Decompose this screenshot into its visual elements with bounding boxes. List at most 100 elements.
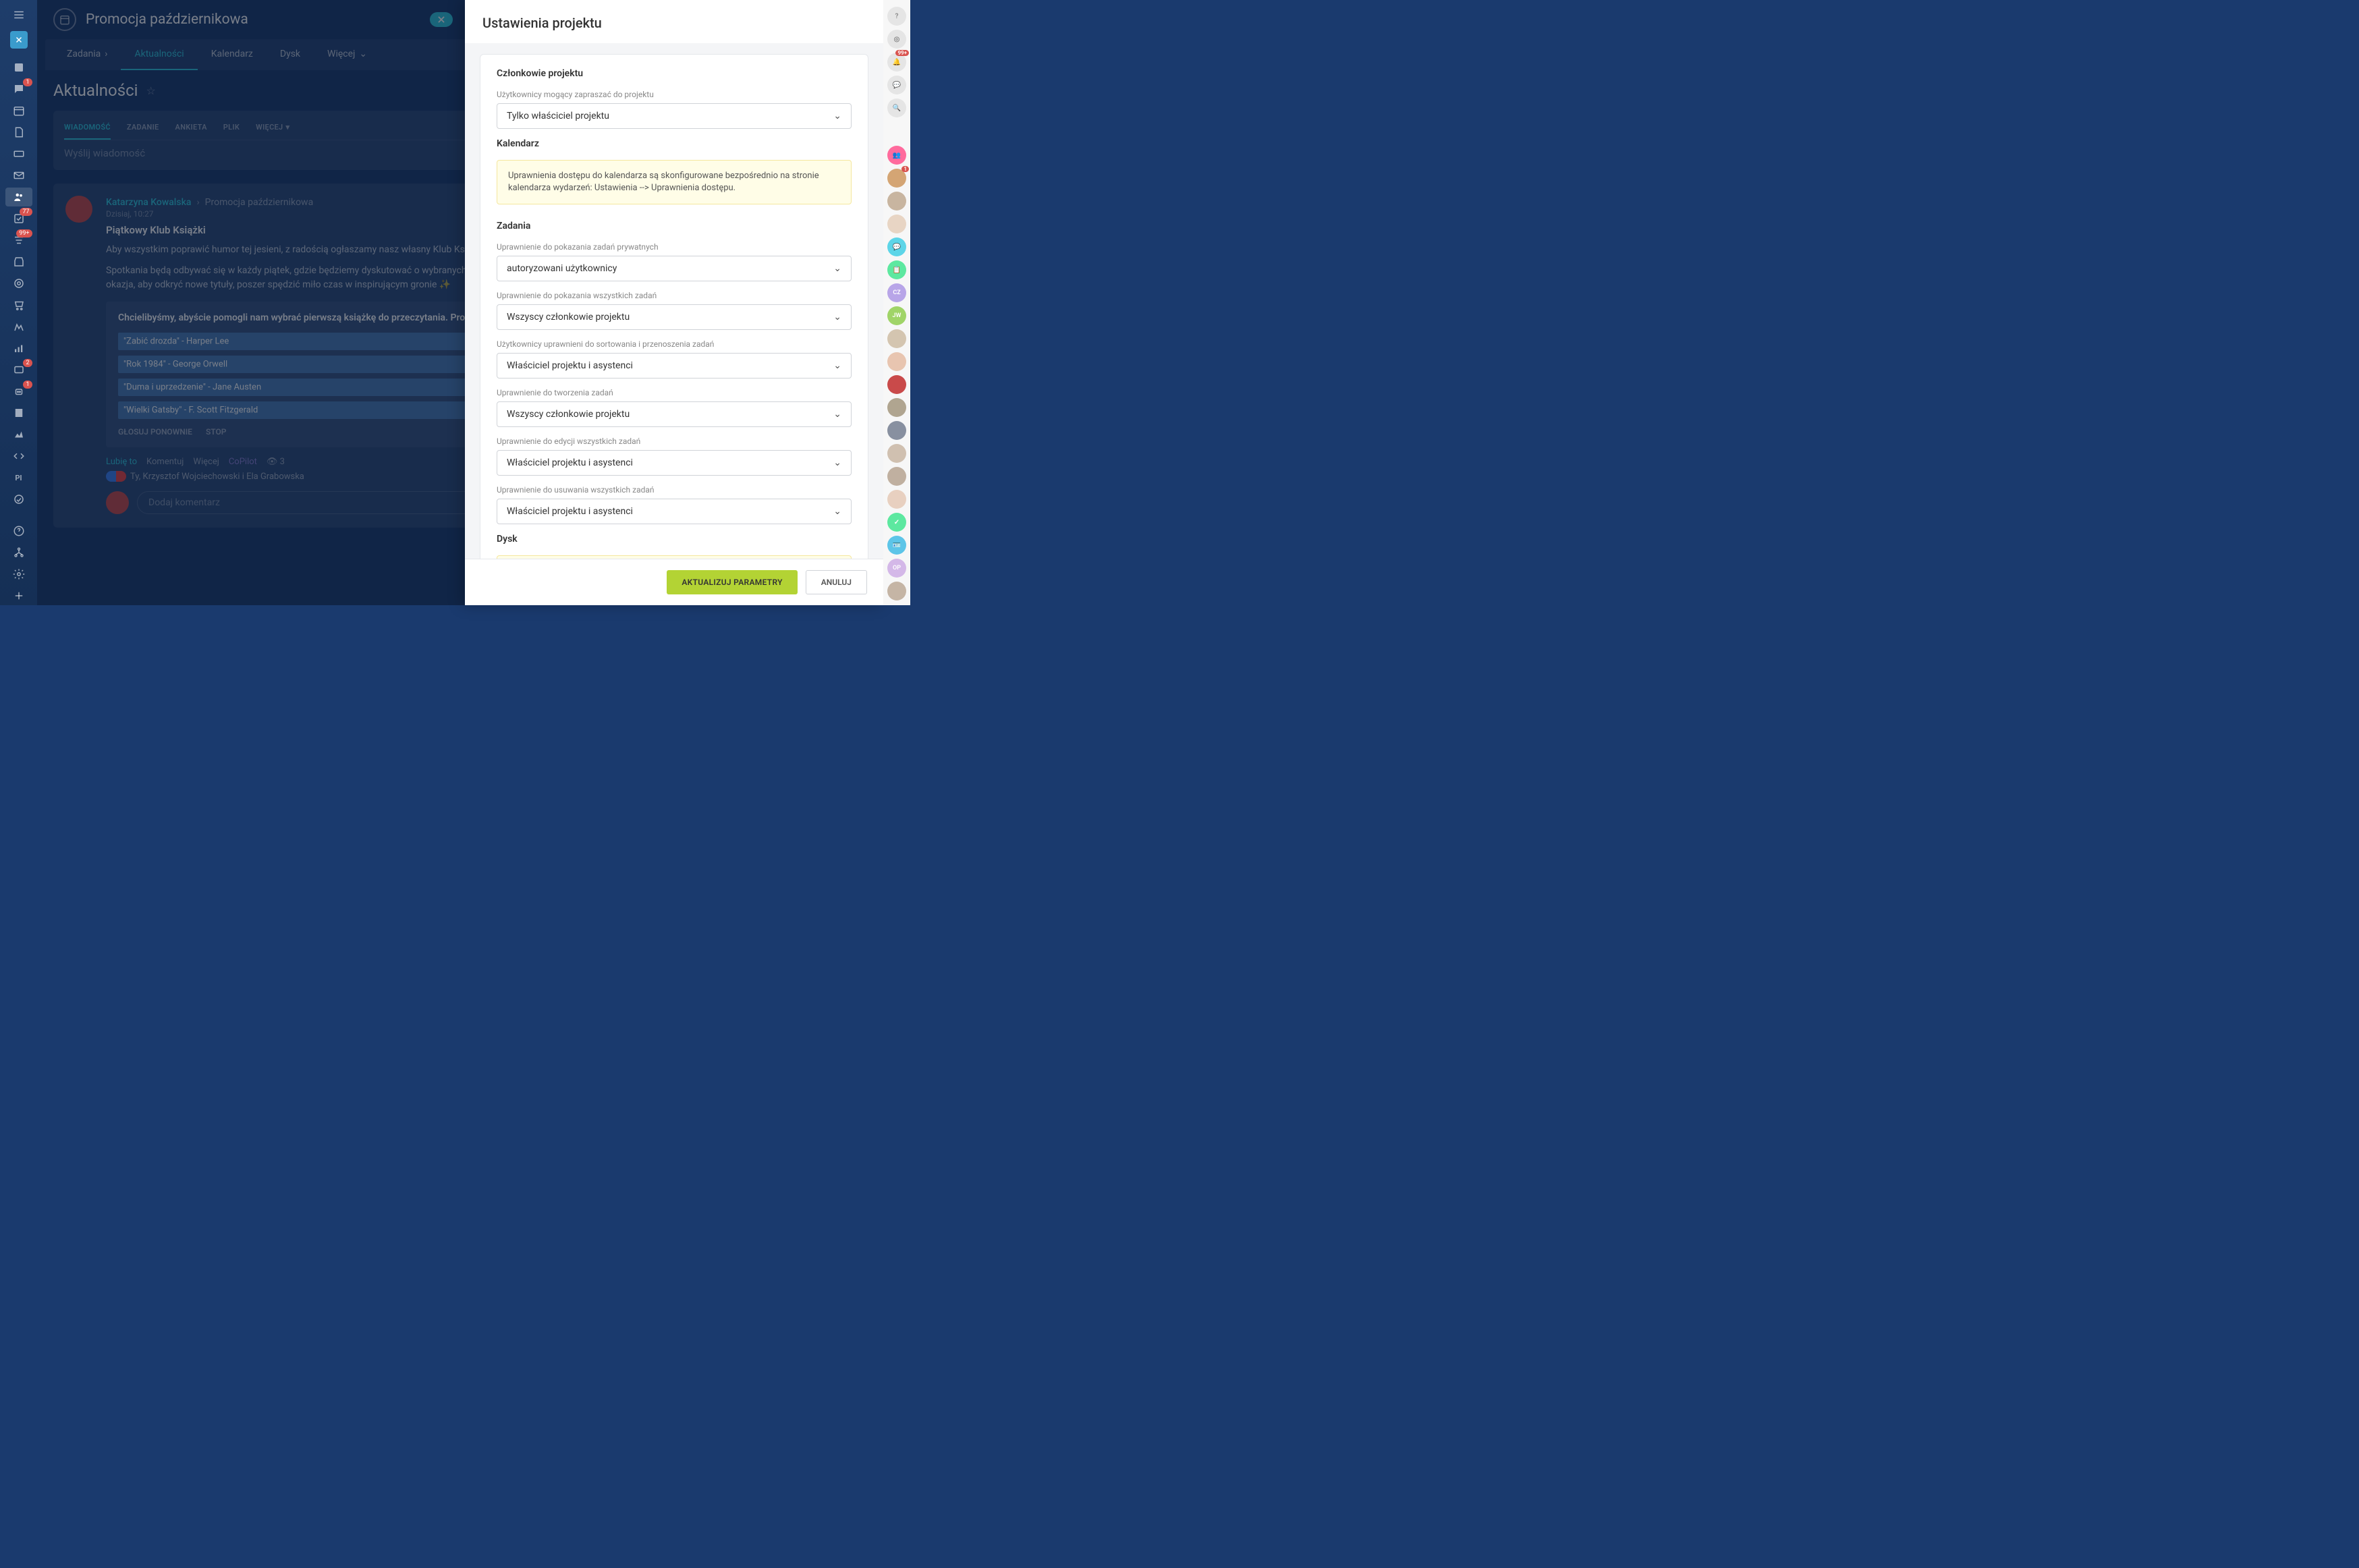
contact-group-icon[interactable]: 👥 (887, 146, 906, 165)
nav-store-icon[interactable] (5, 252, 32, 271)
help-icon[interactable] (5, 522, 32, 540)
cancel-button[interactable]: ANULUJ (806, 570, 867, 594)
tab-drive[interactable]: Dysk (267, 39, 314, 70)
chevron-down-icon: ⌄ (833, 312, 841, 323)
nav-groups-icon[interactable] (5, 188, 32, 206)
task-permission-select[interactable]: Właściciel projektu i asystenci⌄ (497, 450, 852, 476)
contact-avatar[interactable] (887, 398, 906, 417)
composer-tab-message[interactable]: WIADOMOŚĆ (64, 116, 111, 140)
tab-more[interactable]: Więcej ⌄ (314, 39, 381, 70)
chevron-down-icon: ⌄ (833, 506, 841, 517)
contact-avatar[interactable] (887, 582, 906, 600)
contact-avatar[interactable] (887, 192, 906, 211)
nav-more-icon[interactable] (5, 490, 32, 509)
tab-news[interactable]: Aktualności (121, 39, 197, 70)
nav-marketing-icon[interactable] (5, 274, 32, 293)
nav-sign-icon[interactable] (5, 317, 32, 336)
tasks-section-title: Zadania (497, 221, 852, 231)
composer-tab-more[interactable]: WIĘCEJ ▾ (256, 116, 289, 140)
search-circle-icon[interactable]: 🔍 (887, 99, 906, 117)
tab-calendar[interactable]: Kalendarz (198, 39, 267, 70)
nav-crm-icon[interactable]: 99+ (5, 231, 32, 250)
task-permission-label: Użytkownicy uprawnieni do sortowania i p… (497, 339, 852, 349)
contact-app-icon[interactable]: 💬 (887, 237, 906, 256)
settings-body[interactable]: Członkowie projektu Użytkownicy mogący z… (465, 43, 883, 559)
composer-tab-poll[interactable]: ANKIETA (175, 116, 207, 140)
notifications-icon[interactable]: 🔔99+ (887, 53, 906, 72)
collapse-button[interactable] (10, 31, 28, 49)
chevron-down-icon: ⌄ (833, 409, 841, 420)
contact-avatar[interactable] (887, 467, 906, 486)
nav-company-icon[interactable]: 2 (5, 360, 32, 379)
nav-book-icon[interactable] (5, 403, 32, 422)
nav-mail-icon[interactable] (5, 166, 32, 185)
contact-initials[interactable]: OP (887, 559, 906, 578)
post-author-link[interactable]: Katarzyna Kowalska (106, 197, 191, 208)
save-button[interactable]: AKTUALIZUJ PARAMETRY (667, 570, 797, 594)
poll-revote-button[interactable]: GŁOSUJ PONOWNIE (118, 427, 192, 437)
task-permission-select[interactable]: Wszyscy członkowie projektu⌄ (497, 304, 852, 330)
add-icon[interactable] (5, 586, 32, 605)
poll-stop-button[interactable]: STOP (206, 427, 227, 437)
nav-chart-icon[interactable] (5, 425, 32, 444)
hamburger-icon[interactable] (5, 5, 32, 24)
nav-drive-icon[interactable] (5, 144, 32, 163)
favorite-star-icon[interactable]: ☆ (146, 84, 156, 97)
chevron-down-icon: ⌄ (833, 457, 841, 468)
task-permission-select[interactable]: autoryzowani użytkownicy⌄ (497, 256, 852, 281)
post-more-button[interactable]: Więcej (193, 457, 219, 467)
contact-avatar[interactable] (887, 375, 906, 394)
tab-tasks[interactable]: Zadania › (53, 39, 121, 70)
nav-bi-icon[interactable] (5, 339, 32, 358)
nav-documents-icon[interactable] (5, 123, 32, 142)
contact-avatar[interactable] (887, 421, 906, 440)
contact-app-icon[interactable]: 🪪 (887, 536, 906, 555)
nav-code-icon[interactable] (5, 447, 32, 466)
project-settings-panel: Ustawienia projektu Członkowie projektu … (465, 0, 883, 605)
invite-field-label: Użytkownicy mogący zapraszać do projektu (497, 90, 852, 99)
copilot-button[interactable]: CoPilot (229, 457, 257, 467)
copilot-circle-icon[interactable]: ◎ (887, 30, 906, 49)
comment-avatar (106, 491, 129, 514)
task-permission-label: Uprawnienie do usuwania wszystkich zadań (497, 485, 852, 495)
nav-calendar-icon[interactable] (5, 101, 32, 120)
contact-app-icon[interactable]: 📋 (887, 260, 906, 279)
task-permission-label: Uprawnienie do pokazania wszystkich zada… (497, 291, 852, 300)
task-permission-select[interactable]: Właściciel projektu i asystenci⌄ (497, 353, 852, 379)
composer-tab-task[interactable]: ZADANIE (127, 116, 159, 140)
nav-messenger-icon[interactable]: 1 (5, 80, 32, 99)
contact-avatar[interactable] (887, 329, 906, 348)
contact-app-icon[interactable]: ✓ (887, 513, 906, 532)
chat-circle-icon[interactable]: 💬 (887, 76, 906, 94)
chevron-down-icon: ⌄ (833, 111, 841, 121)
reaction-emojis-icon[interactable] (106, 471, 126, 482)
close-panel-pill[interactable] (430, 12, 453, 27)
nav-tasks-icon[interactable]: 77 (5, 209, 32, 228)
nav-automation-icon[interactable]: 1 (5, 382, 32, 401)
comment-button[interactable]: Komentuj (146, 457, 184, 467)
contact-avatar[interactable] (887, 215, 906, 233)
task-permission-select[interactable]: Wszyscy członkowie projektu⌄ (497, 401, 852, 427)
reactions-text[interactable]: Ty, Krzysztof Wojciechowski i Ela Grabow… (130, 472, 304, 482)
company-badge: 2 (23, 359, 32, 367)
post-author-avatar[interactable] (65, 196, 92, 223)
invite-permission-select[interactable]: Tylko właściciel projektu⌄ (497, 103, 852, 129)
settings-icon[interactable] (5, 565, 32, 584)
nav-feed-icon[interactable] (5, 58, 32, 77)
like-button[interactable]: Lubię to (106, 457, 137, 467)
nav-pi-icon[interactable]: PI (5, 468, 32, 487)
contact-avatar[interactable] (887, 352, 906, 371)
task-permission-label: Uprawnienie do pokazania zadań prywatnyc… (497, 242, 852, 252)
task-permission-select[interactable]: Właściciel projektu i asystenci⌄ (497, 499, 852, 524)
contact-avatar[interactable] (887, 490, 906, 509)
sitemap-icon[interactable] (5, 543, 32, 562)
contact-avatar[interactable]: 1 (887, 169, 906, 188)
contact-initials[interactable]: CZ (887, 283, 906, 302)
post-project-link[interactable]: Promocja październikowa (205, 197, 314, 208)
page-title: Aktualności (53, 81, 138, 100)
contact-initials[interactable]: JW (887, 306, 906, 325)
nav-cart-icon[interactable] (5, 296, 32, 314)
help-circle-icon[interactable]: ? (887, 7, 906, 26)
composer-tab-file[interactable]: PLIK (223, 116, 240, 140)
contact-avatar[interactable] (887, 444, 906, 463)
